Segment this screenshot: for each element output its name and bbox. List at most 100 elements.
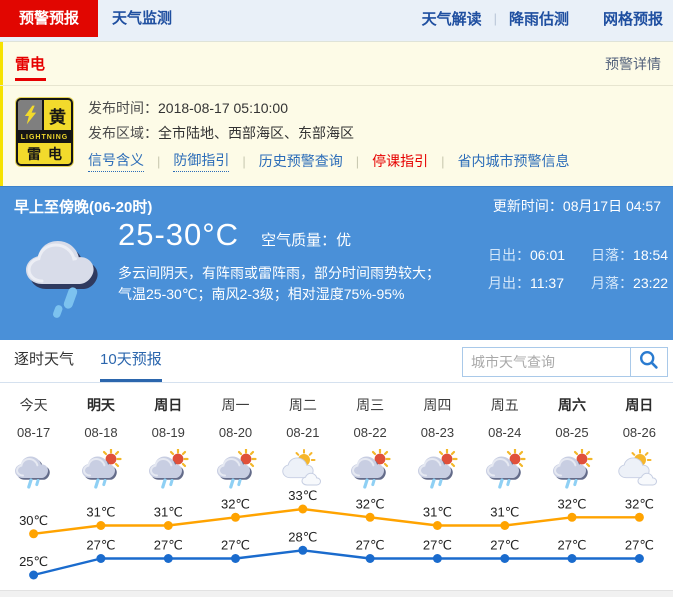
nav-link-2[interactable]: 降雨估测 — [509, 8, 569, 29]
rain-cloud-icon — [16, 221, 112, 323]
temp-label: 27℃ — [356, 538, 385, 553]
day-name: 周六 — [538, 395, 605, 415]
forecast-day-column-4[interactable]: 周一08-20 — [202, 383, 269, 489]
warning-links-row: 信号含义|防御指引|历史预警查询|停课指引|省内城市预警信息 — [88, 150, 570, 172]
sun-shower-icon — [538, 449, 605, 489]
day-date: 08-25 — [538, 425, 605, 440]
temp-label: 27℃ — [221, 538, 250, 553]
temp-point — [500, 521, 509, 530]
day-date: 08-20 — [202, 425, 269, 440]
low-temp-line — [34, 550, 640, 575]
badge-level-text: 黄 — [44, 100, 71, 130]
partly-cloudy-icon — [606, 449, 673, 489]
temperature-chart: 30℃31℃31℃32℃33℃32℃31℃31℃32℃32℃25℃27℃27℃2… — [0, 487, 673, 590]
forecast-toolbar: 逐时天气 10天预报 — [0, 340, 673, 383]
temp-label: 27℃ — [154, 538, 183, 553]
moonrise-label: 月出： — [488, 275, 530, 291]
forecast-day-column-3[interactable]: 周日 08-19 — [135, 383, 202, 489]
forecast-day-column-6[interactable]: 周三 08-22 — [336, 383, 403, 489]
sunrise-value: 06:01 — [530, 247, 565, 263]
warning-category-tab[interactable]: 雷电 — [15, 53, 45, 74]
temp-label: 27℃ — [625, 538, 654, 553]
current-weather-panel: 早上至傍晚(06-20时) 更新时间：08月17日 04:57 25-30°C … — [0, 186, 673, 340]
badge-name-text: 雷电 — [18, 143, 71, 164]
forecast-day-column-5[interactable]: 周二08-21 — [269, 383, 336, 489]
forecast-day-column-8[interactable]: 周五08-24 — [471, 383, 538, 489]
forecast-day-column-9[interactable]: 周六 08-25 — [538, 383, 605, 489]
temp-point — [433, 521, 442, 530]
sunrise-label: 日出： — [488, 247, 530, 263]
day-name: 周三 — [336, 395, 403, 415]
forecast-days-row: 今天08-17明天08-18周日08-19周一08-20周二08-21周三08-… — [0, 383, 673, 489]
publish-time-value: 2018-08-17 05:10:00 — [158, 100, 288, 116]
warning-link-1[interactable]: 信号含义 — [88, 150, 144, 172]
yellow-edge-bar — [0, 42, 3, 186]
warning-link-5[interactable]: 省内城市预警信息 — [458, 151, 570, 171]
nav-link-1[interactable]: 天气解读 — [422, 8, 482, 29]
moonrise-time: 月出：11:37 — [488, 273, 565, 293]
temp-point — [568, 513, 577, 522]
tab-10day-forecast[interactable]: 10天预报 — [100, 340, 162, 382]
separator: | — [356, 154, 359, 169]
warning-detail-link[interactable]: 预警详情 — [605, 54, 661, 74]
badge-lightning-word: LIGHTNING — [18, 132, 71, 143]
search-button[interactable] — [631, 347, 668, 377]
lightning-warning-badge: 黄 LIGHTNING 雷电 — [16, 98, 73, 166]
day-name: 明天 — [67, 395, 134, 415]
day-date: 08-19 — [135, 425, 202, 440]
forecast-period-title: 早上至傍晚(06-20时) — [14, 196, 152, 217]
weather-desc-line1: 多云间阴天，有阵雨或雷阵雨，部分时间雨势较大； — [118, 263, 468, 284]
forecast-day-column-2[interactable]: 明天 08-18 — [67, 383, 134, 489]
update-time-value: 08月17日 04:57 — [563, 198, 661, 214]
temp-label: 28℃ — [288, 529, 317, 544]
top-nav-bar: 预警预报 天气监测 天气解读|降雨估测网格预报 — [0, 0, 673, 42]
temp-point — [500, 554, 509, 563]
rain-icon — [0, 449, 67, 489]
divider — [0, 85, 673, 86]
lightning-bolt-icon — [18, 100, 44, 130]
air-quality: 空气质量：优 — [261, 229, 351, 250]
sun-shower-icon — [202, 449, 269, 489]
temp-point — [366, 554, 375, 563]
temp-label: 32℃ — [221, 496, 250, 511]
sunset-time: 日落：18:54 — [591, 245, 668, 265]
temp-point — [298, 505, 307, 514]
temp-label: 31℃ — [423, 505, 452, 520]
publish-area-value: 全市陆地、西部海区、东部海区 — [158, 125, 354, 141]
day-name: 周日 — [135, 395, 202, 415]
temp-point — [298, 546, 307, 555]
nav-link-3[interactable]: 网格预报 — [603, 8, 663, 29]
temp-point — [635, 513, 644, 522]
moonset-time: 月落：23:22 — [591, 273, 668, 293]
forecast-day-column-7[interactable]: 周四08-23 — [404, 383, 471, 489]
warning-link-2[interactable]: 防御指引 — [173, 150, 229, 172]
day-date: 08-18 — [67, 425, 134, 440]
publish-time-field: 发布时间：2018-08-17 05:10:00 — [88, 98, 288, 118]
temp-range: 25-30°C — [118, 217, 239, 253]
temp-point — [29, 529, 38, 538]
warning-link-3[interactable]: 历史预警查询 — [259, 151, 343, 171]
temp-label: 27℃ — [86, 538, 115, 553]
day-name: 周四 — [404, 395, 471, 415]
weather-app: 预警预报 天气监测 天气解读 | 降雨估测 网格预报 雷电 预警详情 黄 LIGHTN… — [0, 0, 673, 597]
temp-label: 32℃ — [625, 496, 654, 511]
temp-label: 27℃ — [557, 538, 586, 553]
day-date: 08-21 — [269, 425, 336, 440]
tab-hourly-weather[interactable]: 逐时天气 — [14, 340, 74, 382]
forecast-day-column-10[interactable]: 周日08-26 — [606, 383, 673, 489]
warning-link-4[interactable]: 停课指引 — [372, 151, 428, 171]
city-search-input[interactable] — [462, 347, 631, 377]
warning-section: 雷电 预警详情 黄 LIGHTNING 雷电 发布时间：2018-08-17 0… — [0, 42, 673, 186]
nav-tab-weather-monitoring[interactable]: 天气监测 — [112, 0, 172, 37]
sunset-value: 18:54 — [633, 247, 668, 263]
day-date: 08-22 — [336, 425, 403, 440]
moonrise-value: 11:37 — [530, 275, 564, 291]
ten-day-forecast: 今天08-17明天08-18周日08-19周一08-20周二08-21周三08-… — [0, 383, 673, 590]
temp-point — [164, 554, 173, 563]
sun-shower-icon — [404, 449, 471, 489]
forecast-day-column-1[interactable]: 今天08-17 — [0, 383, 67, 489]
sun-shower-icon — [67, 449, 134, 489]
temp-label: 31℃ — [86, 505, 115, 520]
nav-tab-warning-forecast[interactable]: 预警预报 — [0, 0, 98, 37]
temp-label: 25℃ — [19, 554, 48, 569]
